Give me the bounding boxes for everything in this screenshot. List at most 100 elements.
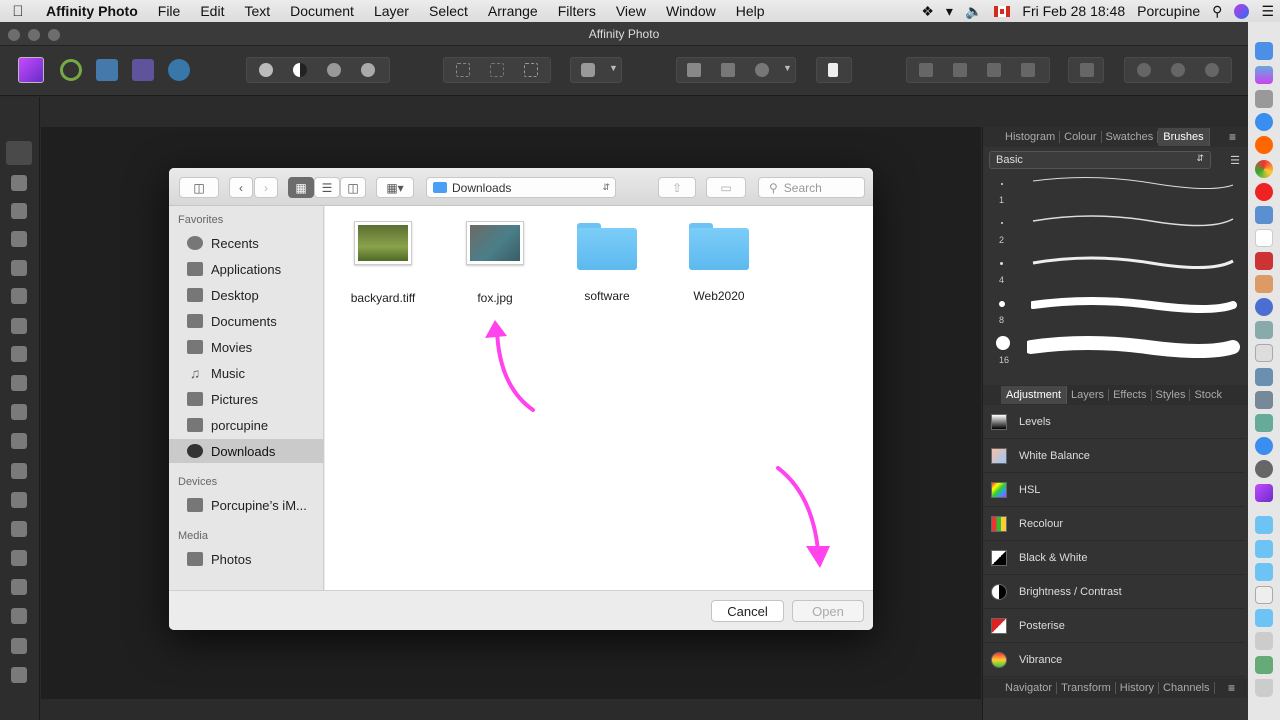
document-dock-icon[interactable] bbox=[1255, 586, 1273, 604]
menu-file[interactable]: File bbox=[148, 3, 191, 19]
cancel-button[interactable]: Cancel bbox=[711, 600, 784, 622]
move-backward-icon[interactable] bbox=[953, 63, 967, 77]
siri-icon[interactable] bbox=[1234, 3, 1250, 19]
launchpad-dock-icon[interactable] bbox=[1255, 90, 1273, 108]
crop-tool-icon[interactable] bbox=[11, 231, 27, 247]
blemish-tool-icon[interactable] bbox=[11, 550, 27, 566]
move-forward-icon[interactable] bbox=[987, 63, 1001, 77]
volume-icon[interactable]: 🔈 bbox=[965, 3, 982, 20]
list-view-button[interactable]: ☰ bbox=[314, 177, 340, 198]
move-back-icon[interactable] bbox=[919, 63, 933, 77]
tone-mapping-persona-icon[interactable] bbox=[132, 59, 154, 81]
menu-layer[interactable]: Layer bbox=[364, 3, 419, 19]
preview-dock-icon[interactable] bbox=[1255, 206, 1273, 224]
marquee-add-icon[interactable] bbox=[490, 63, 504, 77]
lasso-icon[interactable] bbox=[755, 63, 769, 77]
folder-dock-icon[interactable] bbox=[1255, 516, 1273, 534]
menu-view[interactable]: View bbox=[606, 3, 656, 19]
menu-text[interactable]: Text bbox=[234, 3, 280, 19]
sidebar-item-recents[interactable]: Recents bbox=[169, 231, 324, 255]
develop-persona-icon[interactable] bbox=[96, 59, 118, 81]
user-name[interactable]: Porcupine bbox=[1137, 3, 1200, 19]
sidebar-item-home[interactable]: porcupine bbox=[169, 413, 324, 437]
align-button[interactable] bbox=[1068, 57, 1104, 83]
align-icon[interactable] bbox=[721, 63, 735, 77]
stack-dock-icon[interactable] bbox=[1255, 632, 1273, 650]
finder-dock-icon[interactable] bbox=[1255, 42, 1273, 60]
quick-mask-group[interactable]: ▼ bbox=[570, 57, 622, 83]
panel-menu-icon[interactable]: ≡ bbox=[1224, 681, 1239, 695]
auto-levels-icon[interactable] bbox=[259, 63, 273, 77]
sidebar-item-desktop[interactable]: Desktop bbox=[169, 283, 324, 307]
menu-arrange[interactable]: Arrange bbox=[478, 3, 548, 19]
adjustment-white-balance[interactable]: White Balance bbox=[983, 439, 1245, 473]
affinity-photo-dock-icon[interactable] bbox=[1255, 484, 1273, 502]
tab-channels[interactable]: Channels bbox=[1159, 682, 1215, 694]
folder-dock-icon[interactable] bbox=[1255, 540, 1273, 558]
tab-effects[interactable]: Effects bbox=[1109, 389, 1152, 401]
menu-select[interactable]: Select bbox=[419, 3, 478, 19]
forward-button[interactable]: › bbox=[254, 177, 278, 198]
flood-fill-tool-icon[interactable] bbox=[11, 346, 27, 362]
blur-tool-icon[interactable] bbox=[11, 579, 27, 595]
system-preferences-dock-icon[interactable] bbox=[1255, 460, 1273, 478]
sidebar-item-applications[interactable]: Applications bbox=[169, 257, 324, 281]
acrobat-dock-icon[interactable] bbox=[1255, 252, 1273, 270]
photo-persona-icon[interactable] bbox=[18, 57, 44, 83]
intersect-shape-icon[interactable] bbox=[1205, 63, 1219, 77]
marquee-icon[interactable] bbox=[456, 63, 470, 77]
panel-menu-icon[interactable]: ≡ bbox=[1225, 130, 1240, 144]
back-button[interactable]: ‹ bbox=[229, 177, 253, 198]
share-button[interactable]: ⇧ bbox=[658, 177, 696, 198]
sidebar-item-music[interactable]: ♫ Music bbox=[169, 361, 324, 385]
script-editor-dock-icon[interactable] bbox=[1255, 344, 1273, 362]
brush-options-icon[interactable]: ☰ bbox=[1230, 154, 1240, 167]
clock[interactable]: Fri Feb 28 18:48 bbox=[1022, 3, 1125, 19]
tab-stock[interactable]: Stock bbox=[1190, 389, 1226, 401]
marquee-intersect-icon[interactable] bbox=[524, 63, 538, 77]
chrome-dock-icon[interactable] bbox=[1255, 160, 1273, 178]
auto-colors-icon[interactable] bbox=[327, 63, 341, 77]
file-item[interactable]: fox.jpg bbox=[445, 221, 545, 305]
tab-layers[interactable]: Layers bbox=[1067, 389, 1110, 401]
tab-swatches[interactable]: Swatches bbox=[1102, 131, 1159, 143]
trash-icon[interactable] bbox=[828, 63, 838, 77]
siri-dock-icon[interactable] bbox=[1255, 66, 1273, 84]
node-tool-icon[interactable] bbox=[11, 638, 27, 654]
icon-view-button[interactable]: ▦ bbox=[288, 177, 314, 198]
trash-button[interactable] bbox=[816, 57, 852, 83]
dodge-tool-icon[interactable] bbox=[11, 492, 27, 508]
tab-styles[interactable]: Styles bbox=[1152, 389, 1191, 401]
input-source-flag-icon[interactable] bbox=[994, 5, 1011, 17]
firefox-dock-icon[interactable] bbox=[1255, 136, 1273, 154]
auto-white-balance-icon[interactable] bbox=[361, 63, 375, 77]
open-button[interactable]: Open bbox=[792, 600, 864, 622]
column-view-button[interactable]: ◫ bbox=[340, 177, 366, 198]
subtract-shape-icon[interactable] bbox=[1171, 63, 1185, 77]
quick-mask-icon[interactable] bbox=[581, 63, 595, 77]
utility-dock-icon[interactable] bbox=[1255, 391, 1273, 409]
selection-brush-tool-icon[interactable] bbox=[11, 260, 27, 276]
apple-menu-icon[interactable]:  bbox=[0, 3, 36, 20]
adjustment-recolour[interactable]: Recolour bbox=[983, 507, 1245, 541]
brush-preset[interactable]: 16 bbox=[983, 333, 1245, 373]
bluetooth-icon[interactable]: ❖ bbox=[921, 3, 934, 20]
folder-item[interactable]: Web2020 bbox=[669, 221, 769, 303]
brush-preset[interactable]: 2 bbox=[983, 213, 1245, 253]
export-persona-icon[interactable] bbox=[168, 59, 190, 81]
color-replacement-tool-icon[interactable] bbox=[11, 433, 27, 449]
screenshot-dock-icon[interactable] bbox=[1255, 368, 1273, 386]
arrange-button[interactable]: ▦▾ bbox=[376, 177, 414, 198]
spotlight-search-icon[interactable]: ⚲ bbox=[1212, 3, 1222, 20]
sidebar-item-photos[interactable]: Photos bbox=[169, 547, 324, 571]
auto-contrast-icon[interactable] bbox=[293, 63, 307, 77]
folder-dock-icon[interactable] bbox=[1255, 563, 1273, 581]
notes-dock-icon[interactable] bbox=[1255, 275, 1273, 293]
menu-app[interactable]: Affinity Photo bbox=[36, 3, 148, 19]
image-capture-dock-icon[interactable] bbox=[1255, 321, 1273, 339]
align-left-icon[interactable] bbox=[1080, 63, 1094, 77]
location-popup[interactable]: Downloads ⇵ bbox=[426, 177, 616, 198]
dropdown-arrow-icon[interactable]: ▼ bbox=[783, 63, 792, 73]
menu-edit[interactable]: Edit bbox=[190, 3, 234, 19]
move-front-icon[interactable] bbox=[1021, 63, 1035, 77]
